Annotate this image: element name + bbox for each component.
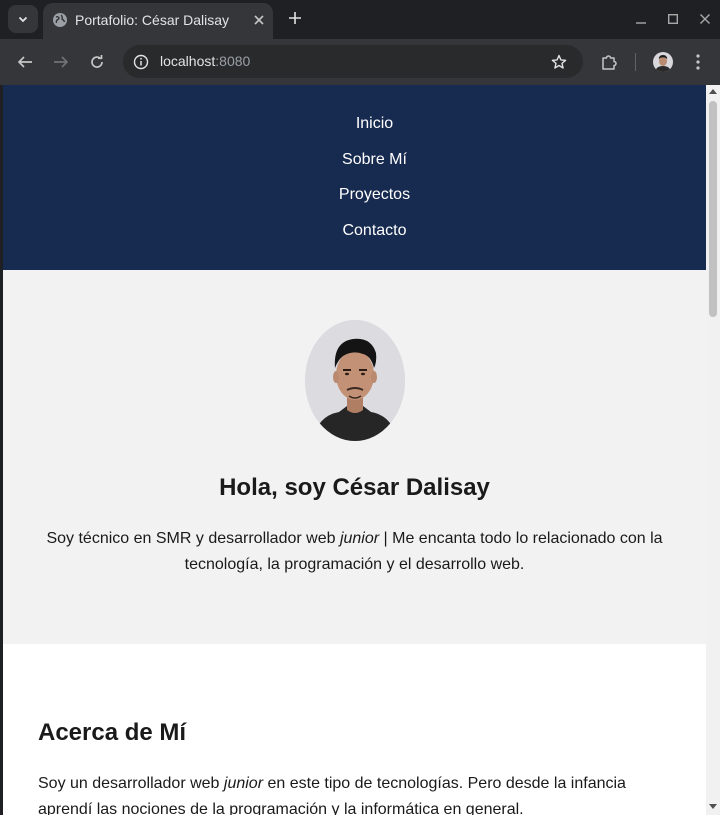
page-viewport: Inicio Sobre Mí Proyectos Contacto Hola,… <box>3 85 706 815</box>
minimize-button[interactable] <box>632 10 650 28</box>
nav-link-contacto[interactable]: Contacto <box>3 222 706 240</box>
hero-intro-emphasis: junior <box>339 530 380 547</box>
globe-icon <box>53 13 67 27</box>
site-info-button[interactable] <box>131 52 151 72</box>
forward-button[interactable] <box>51 52 71 72</box>
profile-photo <box>305 320 405 441</box>
arrow-left-icon <box>17 56 32 68</box>
back-button[interactable] <box>15 52 35 72</box>
scroll-up-arrow[interactable] <box>709 89 717 94</box>
about-heading: Acerca de Mí <box>38 719 187 746</box>
menu-button[interactable] <box>688 52 708 72</box>
scrollbar-thumb[interactable] <box>709 101 717 317</box>
about-text: Soy un desarrollador web junior en este … <box>38 771 668 815</box>
more-vertical-icon <box>696 54 700 70</box>
star-icon <box>551 54 567 69</box>
tab-search-button[interactable] <box>8 5 38 33</box>
about-text-1: Soy un desarrollador web <box>38 775 224 792</box>
hero-heading: Hola, soy César Dalisay <box>219 474 490 501</box>
nav-link-sobre-mi[interactable]: Sobre Mí <box>3 151 706 169</box>
page-scrollbar[interactable] <box>706 85 720 815</box>
url-text: localhost:8080 <box>160 53 250 69</box>
info-icon <box>133 54 149 70</box>
close-window-button[interactable] <box>696 10 714 28</box>
hero-intro-text-1: Soy técnico en SMR y desarrollador web <box>46 530 340 547</box>
browser-titlebar: Portafolio: César Dalisay <box>0 0 720 39</box>
extensions-button[interactable] <box>599 52 619 72</box>
bookmark-button[interactable] <box>549 52 569 72</box>
url-port: :8080 <box>215 53 251 69</box>
profile-avatar[interactable] <box>653 52 673 72</box>
reload-button[interactable] <box>87 52 107 72</box>
scroll-down-arrow[interactable] <box>709 804 717 809</box>
maximize-icon <box>668 14 678 24</box>
plus-icon <box>289 12 301 24</box>
toolbar-separator <box>635 53 636 71</box>
tab-title: Portafolio: César Dalisay <box>75 12 230 28</box>
nav-link-proyectos[interactable]: Proyectos <box>3 186 706 204</box>
close-icon[interactable] <box>250 11 268 29</box>
chevron-down-icon <box>18 16 28 23</box>
about-text-emphasis: junior <box>223 775 264 792</box>
puzzle-icon <box>602 55 617 70</box>
reload-icon <box>91 55 103 68</box>
hero-section: Hola, soy César Dalisay Soy técnico en S… <box>3 270 706 644</box>
arrow-right-icon <box>54 56 69 68</box>
url-host: localhost <box>160 53 216 69</box>
minimize-icon <box>636 22 646 24</box>
site-nav: Inicio Sobre Mí Proyectos Contacto <box>3 85 706 270</box>
tab-portfolio[interactable]: Portafolio: César Dalisay <box>43 3 273 39</box>
browser-toolbar: localhost:8080 <box>0 39 720 85</box>
address-bar[interactable]: localhost:8080 <box>123 45 583 78</box>
close-icon <box>700 14 710 24</box>
new-tab-button[interactable] <box>284 7 306 29</box>
nav-link-inicio[interactable]: Inicio <box>3 115 706 133</box>
maximize-button[interactable] <box>664 10 682 28</box>
hero-intro: Soy técnico en SMR y desarrollador web j… <box>33 526 676 578</box>
